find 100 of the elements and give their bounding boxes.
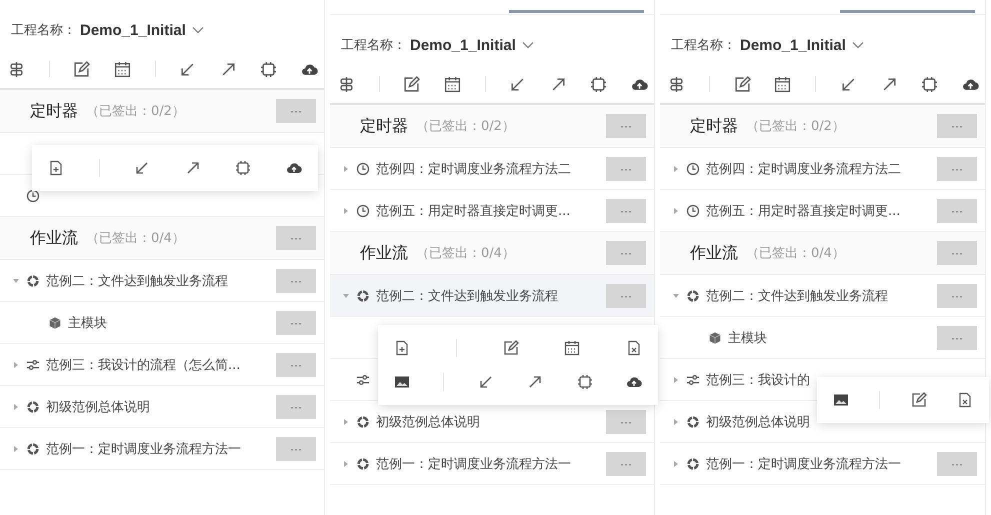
sliders-icon <box>686 372 700 386</box>
tree-row[interactable]: 范例三：我设计的流程（怎么简... ··· <box>0 344 324 386</box>
more-button[interactable]: ··· <box>276 310 316 334</box>
more-button[interactable]: ··· <box>276 99 316 123</box>
more-button[interactable]: ··· <box>606 241 646 265</box>
section-title: 定时器 <box>360 116 408 136</box>
tree-row[interactable]: 范例四：定时调度业务流程方法二 ··· <box>330 148 654 190</box>
more-button[interactable]: ··· <box>606 452 646 476</box>
new-file-icon[interactable] <box>394 340 410 356</box>
project-dropdown[interactable]: Demo_1_Initial <box>80 22 204 38</box>
more-button[interactable]: ··· <box>276 226 316 250</box>
calendar-icon[interactable] <box>774 76 792 92</box>
chevron-down-icon[interactable] <box>192 26 204 34</box>
checkout-status: （已签出：0/2） <box>86 103 186 120</box>
tree-row[interactable]: 范例一：定时调度业务流程方法一 ··· <box>660 443 985 485</box>
project-dropdown[interactable]: Demo_1_Initial <box>410 36 534 54</box>
workflow-icon <box>356 288 370 302</box>
project-label: 工程名称： <box>671 37 736 54</box>
calendar-icon[interactable] <box>444 76 461 92</box>
more-button[interactable]: ··· <box>937 284 977 308</box>
clock-icon <box>356 162 370 176</box>
chip-icon[interactable] <box>235 160 252 176</box>
chevron-down-icon[interactable] <box>852 41 864 49</box>
tree-row[interactable]: 初级范例总体说明 ··· <box>330 401 654 443</box>
item-label: 范例三：我设计的流程（怎么简... <box>46 356 240 374</box>
item-label: 初级范例总体说明 <box>376 414 480 430</box>
item-label: 主模块 <box>68 314 107 332</box>
more-button[interactable]: ··· <box>937 156 977 180</box>
tree-row[interactable]: 范例二：文件达到触发业务流程 ··· <box>330 275 654 317</box>
item-label: 初级范例总体说明 <box>706 414 810 430</box>
edit-icon[interactable] <box>73 60 90 78</box>
chevron-down-icon[interactable] <box>522 41 534 49</box>
edit-icon[interactable] <box>502 340 518 356</box>
delete-file-icon[interactable] <box>626 340 642 356</box>
more-button[interactable]: ··· <box>276 436 316 460</box>
item-label: 范例四：定时调度业务流程方法二 <box>376 160 571 178</box>
tree-row[interactable]: 主模块 ··· <box>0 302 324 344</box>
more-button[interactable]: ··· <box>276 268 316 292</box>
signpost-icon[interactable] <box>8 60 25 78</box>
more-button[interactable]: ··· <box>937 326 977 350</box>
tree-row[interactable]: 范例一：定时调度业务流程方法一 ··· <box>330 443 654 485</box>
more-button[interactable]: ··· <box>937 452 977 476</box>
tree-row[interactable]: 初级范例总体说明 ··· <box>0 386 324 428</box>
item-label: 初级范例总体说明 <box>46 398 150 416</box>
tree-row[interactable]: 范例二：文件达到触发业务流程 ··· <box>660 275 985 317</box>
edit-icon[interactable] <box>910 392 927 408</box>
new-file-icon[interactable] <box>48 160 64 176</box>
workflow-icon <box>356 456 370 470</box>
image-icon[interactable] <box>833 392 849 408</box>
checkout-status: （已签出：0/2） <box>416 118 516 135</box>
section-title: 定时器 <box>690 116 738 136</box>
item-label: 范例一：定时调度业务流程方法一 <box>46 440 241 458</box>
item-label: 范例五：用定时器直接定时调更... <box>376 202 570 220</box>
project-dropdown[interactable]: Demo_1_Initial <box>740 36 864 54</box>
section-title: 作业流 <box>30 228 78 248</box>
more-button[interactable]: ··· <box>937 198 977 222</box>
sliders-icon <box>356 372 370 386</box>
project-label: 工程名称： <box>11 22 76 39</box>
workflow-icon <box>686 456 700 470</box>
chip-icon[interactable] <box>921 76 938 92</box>
tree-row[interactable]: 主模块 ··· <box>660 317 985 359</box>
item-label: 范例五：用定时器直接定时调更... <box>706 202 900 220</box>
item-label: 范例一：定时调度业务流程方法一 <box>376 456 571 472</box>
calendar-icon[interactable] <box>564 340 580 356</box>
edit-icon[interactable] <box>734 76 750 92</box>
cube-icon <box>708 330 722 344</box>
signpost-icon[interactable] <box>338 76 355 92</box>
workflow-icon <box>686 288 700 302</box>
workflow-icon <box>26 442 40 456</box>
tree-row[interactable]: 范例一：定时调度业务流程方法一 ··· <box>0 428 324 470</box>
more-button[interactable]: ··· <box>606 156 646 180</box>
delete-file-icon[interactable] <box>956 392 973 408</box>
more-button[interactable]: ··· <box>937 241 977 265</box>
edit-icon[interactable] <box>403 76 420 92</box>
section-title: 作业流 <box>360 242 408 264</box>
more-button[interactable]: ··· <box>606 410 646 434</box>
chip-icon[interactable] <box>260 60 278 78</box>
checkout-status: （已签出：0/4） <box>416 245 516 262</box>
item-label: 范例二：文件达到触发业务流程 <box>46 272 228 290</box>
tree-row[interactable]: 范例二：文件达到触发业务流程 ··· <box>0 260 324 302</box>
clock-icon <box>356 204 370 218</box>
project-label: 工程名称： <box>341 37 406 54</box>
tree-row[interactable]: 范例四：定时调度业务流程方法二 ··· <box>660 148 985 190</box>
more-button[interactable]: ··· <box>276 394 316 418</box>
workflow-icon <box>356 414 370 428</box>
more-button[interactable]: ··· <box>606 198 646 222</box>
signpost-icon[interactable] <box>668 76 685 92</box>
export-icon[interactable] <box>527 374 544 390</box>
more-button[interactable]: ··· <box>606 114 646 138</box>
image-icon[interactable] <box>394 374 410 390</box>
calendar-icon[interactable] <box>114 60 131 78</box>
import-icon[interactable] <box>134 160 150 176</box>
chip-icon[interactable] <box>576 374 593 390</box>
tree-row[interactable]: 初级范例总体说明 <box>660 401 985 443</box>
more-button[interactable]: ··· <box>937 114 977 138</box>
more-button[interactable]: ··· <box>606 284 646 308</box>
more-button[interactable]: ··· <box>276 352 316 376</box>
import-icon[interactable] <box>478 374 494 390</box>
cube-icon <box>48 316 62 330</box>
chip-icon[interactable] <box>590 76 608 92</box>
